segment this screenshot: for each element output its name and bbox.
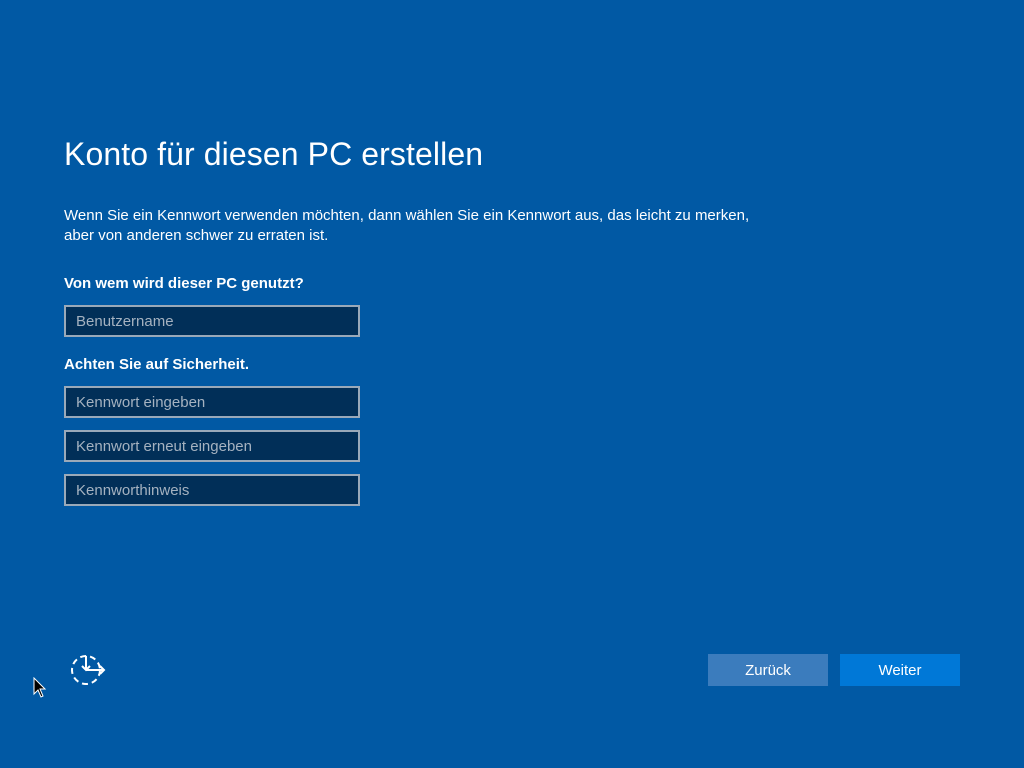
back-button[interactable]: Zurück <box>708 654 828 686</box>
ease-of-access-icon[interactable] <box>68 652 108 688</box>
password-hint-input[interactable] <box>64 474 360 506</box>
password-input[interactable] <box>64 386 360 418</box>
user-section-label: Von wem wird dieser PC genutzt? <box>64 275 304 292</box>
username-input[interactable] <box>64 305 360 337</box>
password-confirm-input[interactable] <box>64 430 360 462</box>
security-section-label: Achten Sie auf Sicherheit. <box>64 356 250 373</box>
oobe-account-page: Konto für diesen PC erstellen Wenn Sie e… <box>0 0 1024 768</box>
page-description: Wenn Sie ein Kennwort verwenden möchten,… <box>64 207 750 244</box>
next-button[interactable]: Weiter <box>840 654 960 686</box>
page-title: Konto für diesen PC erstellen <box>64 136 484 172</box>
mouse-cursor-icon <box>33 676 47 699</box>
